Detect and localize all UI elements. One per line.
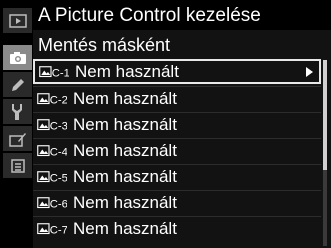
picture-control-icon: C-3 <box>37 115 67 135</box>
list-item-c5[interactable]: C-5 Nem használt <box>33 164 321 189</box>
camera-icon <box>9 51 26 64</box>
tab-retouch[interactable] <box>3 126 32 152</box>
menu-sidebar <box>3 8 32 244</box>
tab-setup[interactable] <box>3 99 32 125</box>
item-code: C-2 <box>50 95 67 107</box>
chevron-right-icon <box>306 67 313 77</box>
menu-title: A Picture Control kezelése <box>38 5 261 26</box>
picture-control-icon: C-2 <box>37 89 67 109</box>
item-code: C-3 <box>50 121 67 133</box>
picture-control-icon: C-7 <box>37 219 67 239</box>
list-scrollbar[interactable] <box>323 60 327 246</box>
item-code: C-1 <box>52 67 69 79</box>
list-item-c3[interactable]: C-3 Nem használt <box>33 112 321 137</box>
picture-control-icon: C-1 <box>39 62 69 82</box>
item-label: Nem használt <box>73 115 177 134</box>
item-label: Nem használt <box>73 89 177 108</box>
tab-shooting[interactable] <box>3 45 32 71</box>
item-label: Nem használt <box>75 61 179 81</box>
picture-control-icon: C-6 <box>37 193 67 213</box>
item-code: C-6 <box>50 199 67 211</box>
list-item-c1[interactable]: C-1 Nem használt <box>33 59 321 84</box>
item-label: Nem használt <box>73 141 177 160</box>
retouch-icon <box>8 132 26 147</box>
item-label: Nem használt <box>73 167 177 186</box>
my-menu-icon <box>10 158 25 173</box>
picture-control-icon: C-4 <box>37 141 67 161</box>
menu-subtitle: Mentés másként <box>38 35 171 55</box>
item-label: Nem használt <box>73 193 177 212</box>
tab-my-menu[interactable] <box>3 153 32 179</box>
item-code: C-4 <box>50 147 67 159</box>
pencil-icon <box>11 78 24 91</box>
picture-control-icon: C-5 <box>37 167 67 187</box>
list-item-c2[interactable]: C-2 Nem használt <box>33 86 321 111</box>
tab-playback[interactable] <box>3 8 32 34</box>
list-item-c4[interactable]: C-4 Nem használt <box>33 138 321 163</box>
wrench-icon <box>11 103 22 120</box>
item-code: C-5 <box>50 173 67 185</box>
item-label: Nem használt <box>73 219 177 238</box>
tab-custom-settings[interactable] <box>3 72 32 98</box>
list-item-c6[interactable]: C-6 Nem használt <box>33 190 321 215</box>
scrollbar-thumb[interactable] <box>323 60 327 170</box>
playback-icon <box>8 13 27 28</box>
item-code: C-7 <box>50 225 67 237</box>
list-item-c7[interactable]: C-7 Nem használt <box>33 216 321 241</box>
